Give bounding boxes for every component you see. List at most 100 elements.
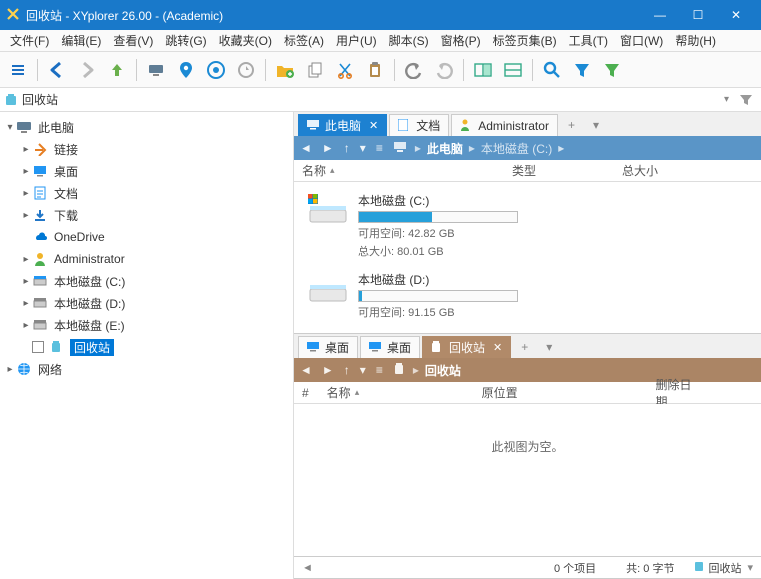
crumb-back-icon[interactable]: ◄ [298, 141, 314, 155]
filter-blue-button[interactable] [568, 56, 596, 84]
tab-menu-button[interactable]: ▾ [585, 114, 607, 136]
crumb-up-icon[interactable]: ↑ [342, 363, 352, 377]
copy-button[interactable] [301, 56, 329, 84]
status-bytes: 共: 0 字节 [626, 560, 674, 576]
paste-button[interactable] [361, 56, 389, 84]
tab-admin[interactable]: Administrator [451, 114, 558, 136]
top-breadcrumb[interactable]: ◄ ► ↑ ▾ ≡ ▸ 此电脑 ▸ 本地磁盘 (C:) ▸ [294, 136, 761, 160]
titlebar: 回收站 - XYplorer 26.00 - (Academic) — ☐ ✕ [0, 0, 761, 30]
status-bar: ◄ 0 个项目 共: 0 字节 回收站 ▾ [294, 556, 761, 578]
usage-bar [358, 211, 518, 223]
tree-item[interactable]: ▸桌面 [0, 160, 293, 182]
new-folder-button[interactable] [271, 56, 299, 84]
menu-panes[interactable]: 窗格(P) [435, 32, 487, 49]
usage-bar [358, 290, 518, 302]
tree-item[interactable]: ▸本地磁盘 (C:) [0, 270, 293, 292]
crumb-down-icon[interactable]: ▾ [358, 363, 368, 377]
undo-button[interactable] [400, 56, 428, 84]
crumb-fwd-icon[interactable]: ► [320, 363, 336, 377]
menu-tabsets[interactable]: 标签页集(B) [487, 32, 563, 49]
window-title: 回收站 - XYplorer 26.00 - (Academic) [26, 7, 641, 24]
tree-item[interactable]: ▸Administrator [0, 248, 293, 270]
tab-new-button[interactable]: + [560, 114, 583, 136]
filter-icon[interactable] [735, 93, 757, 107]
top-tabs: 此电脑✕ 文档 Administrator + ▾ [294, 112, 761, 136]
tree-item-recycle[interactable]: 回收站 [0, 336, 293, 358]
menu-tags[interactable]: 标签(A) [278, 32, 330, 49]
nav-forward-button[interactable] [73, 56, 101, 84]
tab-desktop1[interactable]: 桌面 [298, 336, 358, 358]
filter-green-button[interactable] [598, 56, 626, 84]
crumb-pc-icon [391, 141, 409, 156]
status-count: 0 个项目 [554, 560, 596, 576]
location-button[interactable] [172, 56, 200, 84]
checkbox[interactable] [32, 341, 44, 353]
crumb-back-icon[interactable]: ◄ [298, 363, 314, 377]
menu-help[interactable]: 帮助(H) [669, 32, 722, 49]
tree-item[interactable]: ▸本地磁盘 (E:) [0, 314, 293, 336]
computer-button[interactable] [142, 56, 170, 84]
top-filelist[interactable]: 本地磁盘 (C:) 可用空间: 42.82 GB 总大小: 80.01 GB 本… [294, 182, 761, 333]
menu-favorites[interactable]: 收藏夹(O) [213, 32, 278, 49]
nav-up-button[interactable] [103, 56, 131, 84]
crumb-recycle-icon [391, 362, 407, 379]
toolbar [0, 52, 761, 88]
menubar: 文件(F) 编辑(E) 查看(V) 跳转(G) 收藏夹(O) 标签(A) 用户(… [0, 30, 761, 52]
folder-tree[interactable]: ▾ 此电脑 ▸链接 ▸桌面 ▸文档 ▸下载 OneDrive ▸Administ… [0, 112, 294, 579]
nav-back-button[interactable] [43, 56, 71, 84]
menu-tools[interactable]: 工具(T) [563, 32, 614, 49]
tree-root-computer[interactable]: ▾ 此电脑 [0, 116, 293, 138]
menu-view[interactable]: 查看(V) [107, 32, 159, 49]
pane-toggle-button[interactable] [499, 56, 527, 84]
menu-window[interactable]: 窗口(W) [614, 32, 669, 49]
tree-network[interactable]: ▸网络 [0, 358, 293, 380]
app-icon [6, 7, 20, 24]
tree-item[interactable]: ▸链接 [0, 138, 293, 160]
drive-c[interactable]: 本地磁盘 (C:) 可用空间: 42.82 GB 总大小: 80.01 GB [302, 186, 753, 265]
status-loc-icon [694, 560, 704, 575]
drive-d[interactable]: 本地磁盘 (D:) 可用空间: 91.15 GB [302, 265, 753, 326]
maximize-button[interactable]: ☐ [679, 0, 717, 30]
top-pane: 此电脑✕ 文档 Administrator + ▾ ◄ ► ↑ ▾ ≡ ▸ 此电… [294, 112, 761, 334]
crumb-fwd-icon[interactable]: ► [320, 141, 336, 155]
address-bar[interactable]: 回收站 ▾ [0, 88, 761, 112]
refresh-button[interactable] [232, 56, 260, 84]
tree-item[interactable]: OneDrive [0, 226, 293, 248]
tab-desktop2[interactable]: 桌面 [360, 336, 420, 358]
crumb-up-icon[interactable]: ↑ [342, 141, 352, 155]
address-dropdown-icon[interactable]: ▾ [718, 94, 735, 105]
crumb-list-icon[interactable]: ≡ [374, 363, 385, 377]
menu-file[interactable]: 文件(F) [4, 32, 55, 49]
bottom-pane: 桌面 桌面 回收站✕ + ▾ ◄ ► ↑ ▾ ≡ ▸ 回收站 # 名称▴ 原位置… [294, 334, 761, 579]
tab-menu-button[interactable]: ▾ [538, 336, 560, 358]
tree-item[interactable]: ▸文档 [0, 182, 293, 204]
hamburger-button[interactable] [4, 56, 32, 84]
crumb-list-icon[interactable]: ≡ [374, 141, 385, 155]
redo-button[interactable] [430, 56, 458, 84]
menu-scripting[interactable]: 脚本(S) [383, 32, 435, 49]
tree-item[interactable]: ▸下载 [0, 204, 293, 226]
bottom-filelist[interactable]: 此视图为空。 [294, 404, 761, 556]
menu-go[interactable]: 跳转(G) [159, 32, 212, 49]
empty-message: 此视图为空。 [302, 408, 753, 455]
drive-icon [306, 192, 350, 228]
minimize-button[interactable]: — [641, 0, 679, 30]
tab-computer[interactable]: 此电脑✕ [298, 114, 387, 136]
tree-item[interactable]: ▸本地磁盘 (D:) [0, 292, 293, 314]
tab-close-icon[interactable]: ✕ [369, 119, 378, 132]
crumb-down-icon[interactable]: ▾ [358, 141, 368, 155]
dual-pane-button[interactable] [469, 56, 497, 84]
find-button[interactable] [538, 56, 566, 84]
tab-close-icon[interactable]: ✕ [493, 341, 502, 354]
tab-new-button[interactable]: + [513, 336, 536, 358]
top-columns[interactable]: 名称▴ 类型 总大小 [294, 160, 761, 182]
close-button[interactable]: ✕ [717, 0, 755, 30]
cut-button[interactable] [331, 56, 359, 84]
menu-user[interactable]: 用户(U) [330, 32, 383, 49]
target-button[interactable] [202, 56, 230, 84]
tab-documents[interactable]: 文档 [389, 114, 449, 136]
menu-edit[interactable]: 编辑(E) [55, 32, 107, 49]
tab-recycle[interactable]: 回收站✕ [422, 336, 511, 358]
recycle-bin-icon [4, 93, 18, 107]
bottom-columns[interactable]: # 名称▴ 原位置 删除日期 [294, 382, 761, 404]
